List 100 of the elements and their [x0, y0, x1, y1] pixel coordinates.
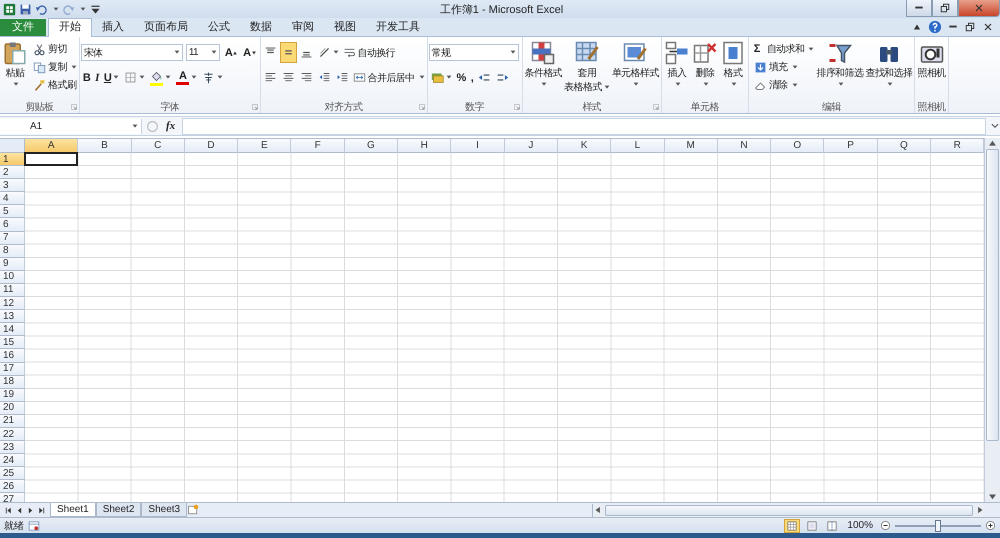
row-header[interactable]: 20: [0, 402, 25, 415]
column-header[interactable]: Q: [878, 139, 932, 153]
column-header[interactable]: R: [931, 139, 984, 153]
column-header[interactable]: K: [558, 139, 612, 153]
row-header[interactable]: 11: [0, 284, 25, 298]
row-header[interactable]: 26: [0, 480, 25, 494]
restore-icon[interactable]: [964, 21, 976, 33]
column-header[interactable]: G: [344, 139, 398, 153]
ribbon-button[interactable]: 套用 表格格式: [563, 39, 611, 93]
normal-view-button[interactable]: [784, 518, 800, 532]
ribbon-tab[interactable]: 审阅: [282, 19, 324, 36]
row-header[interactable]: 17: [0, 362, 25, 376]
row-header[interactable]: 18: [0, 376, 25, 389]
ribbon-tab[interactable]: 开始: [48, 18, 92, 37]
row-header[interactable]: 21: [0, 414, 25, 428]
first-sheet-icon[interactable]: [4, 506, 13, 514]
ribbon-tab[interactable]: 公式: [198, 19, 240, 36]
row-header[interactable]: 23: [0, 441, 25, 454]
ribbon-button[interactable]: 单元格样式: [610, 39, 660, 86]
excel-logo-icon[interactable]: [3, 2, 16, 16]
scroll-thumb[interactable]: [605, 504, 973, 516]
row-header[interactable]: 19: [0, 388, 25, 402]
ribbon-button[interactable]: 删除: [690, 39, 719, 86]
help-icon[interactable]: [928, 20, 942, 34]
close-icon[interactable]: [982, 21, 994, 33]
ribbon-button[interactable]: 自动换行: [342, 44, 396, 60]
ribbon-button[interactable]: 格式: [718, 39, 747, 86]
toolbar-button[interactable]: A: [222, 42, 240, 63]
maximize-button[interactable]: [932, 0, 958, 17]
horizontal-scrollbar[interactable]: [592, 504, 985, 516]
row-header[interactable]: 1: [0, 153, 25, 166]
vertical-scrollbar[interactable]: [984, 138, 1000, 502]
row-header[interactable]: 2: [0, 166, 25, 180]
minimize-button[interactable]: [906, 0, 932, 17]
scroll-thumb[interactable]: [986, 149, 1000, 441]
column-header[interactable]: N: [718, 139, 772, 153]
ribbon-button[interactable]: 查找和选择: [864, 39, 914, 86]
row-header[interactable]: 5: [0, 205, 25, 218]
last-sheet-icon[interactable]: [37, 506, 46, 514]
column-header[interactable]: H: [398, 139, 452, 153]
toolbar-button[interactable]: A: [174, 67, 200, 88]
ribbon-button[interactable]: 粘贴: [1, 39, 29, 86]
caret-up-icon[interactable]: [912, 22, 922, 32]
toolbar-button[interactable]: A: [241, 42, 259, 63]
column-header[interactable]: A: [25, 139, 78, 153]
minimize-icon[interactable]: [948, 25, 958, 29]
zoom-level[interactable]: 100%: [844, 520, 876, 531]
sheet-tab[interactable]: Sheet2: [96, 503, 142, 517]
file-tab[interactable]: 文件: [0, 19, 46, 36]
zoom-out-icon[interactable]: [880, 520, 891, 531]
column-header[interactable]: I: [451, 139, 505, 153]
ribbon-tab[interactable]: 数据: [240, 19, 282, 36]
ribbon-button[interactable]: 清除: [752, 77, 816, 93]
save-icon[interactable]: [19, 2, 32, 16]
column-header[interactable]: J: [504, 139, 558, 153]
ribbon-button[interactable]: 复制: [32, 59, 78, 75]
row-header[interactable]: 9: [0, 258, 25, 271]
ribbon-button[interactable]: 填充: [752, 59, 816, 75]
expand-icon[interactable]: [990, 121, 1000, 131]
toolbar-button[interactable]: B: [80, 67, 92, 88]
ribbon-button[interactable]: 照相机: [916, 39, 947, 79]
column-header[interactable]: P: [824, 139, 878, 153]
row-header[interactable]: 10: [0, 270, 25, 284]
ribbon-button[interactable]: 插入: [662, 39, 691, 86]
column-header[interactable]: D: [184, 139, 238, 153]
toolbar-button[interactable]: U: [102, 67, 122, 88]
column-header[interactable]: C: [132, 139, 185, 153]
number-format-dropdown[interactable]: 常规: [428, 44, 519, 61]
ribbon-button[interactable]: 合并后居中: [352, 70, 426, 86]
row-header[interactable]: 13: [0, 310, 25, 324]
align-middle-button[interactable]: [280, 42, 297, 63]
row-header[interactable]: 7: [0, 232, 25, 245]
row-header[interactable]: 6: [0, 218, 25, 232]
column-header[interactable]: O: [771, 139, 824, 153]
close-button[interactable]: [958, 0, 1000, 17]
ribbon-tab[interactable]: 插入: [92, 19, 134, 36]
font-name-dropdown[interactable]: 宋体: [80, 44, 183, 61]
row-header[interactable]: 15: [0, 336, 25, 350]
column-header[interactable]: B: [78, 139, 132, 153]
ribbon-button[interactable]: 排序和筛选: [815, 39, 864, 86]
row-header[interactable]: 12: [0, 297, 25, 310]
macro-record-icon[interactable]: [28, 520, 40, 532]
font-size-dropdown[interactable]: 11: [186, 44, 220, 61]
slider-thumb[interactable]: [935, 520, 941, 532]
insert-function-button[interactable]: fx: [163, 120, 178, 132]
formula-input[interactable]: [182, 118, 986, 134]
row-header[interactable]: 22: [0, 428, 25, 442]
undo-icon[interactable]: [35, 2, 48, 16]
row-header[interactable]: 14: [0, 323, 25, 336]
toolbar-button[interactable]: I: [93, 67, 101, 88]
ribbon-button[interactable]: 格式刷: [32, 77, 78, 93]
name-box[interactable]: A1: [0, 118, 142, 134]
zoom-in-icon[interactable]: [985, 520, 996, 531]
column-header[interactable]: E: [238, 139, 292, 153]
row-header[interactable]: 24: [0, 454, 25, 468]
ribbon-button[interactable]: 剪切: [32, 41, 78, 57]
active-cell[interactable]: [24, 152, 78, 166]
ribbon-button[interactable]: 条件格式: [524, 39, 564, 86]
row-header[interactable]: 4: [0, 192, 25, 206]
scroll-right-icon[interactable]: [975, 505, 985, 515]
